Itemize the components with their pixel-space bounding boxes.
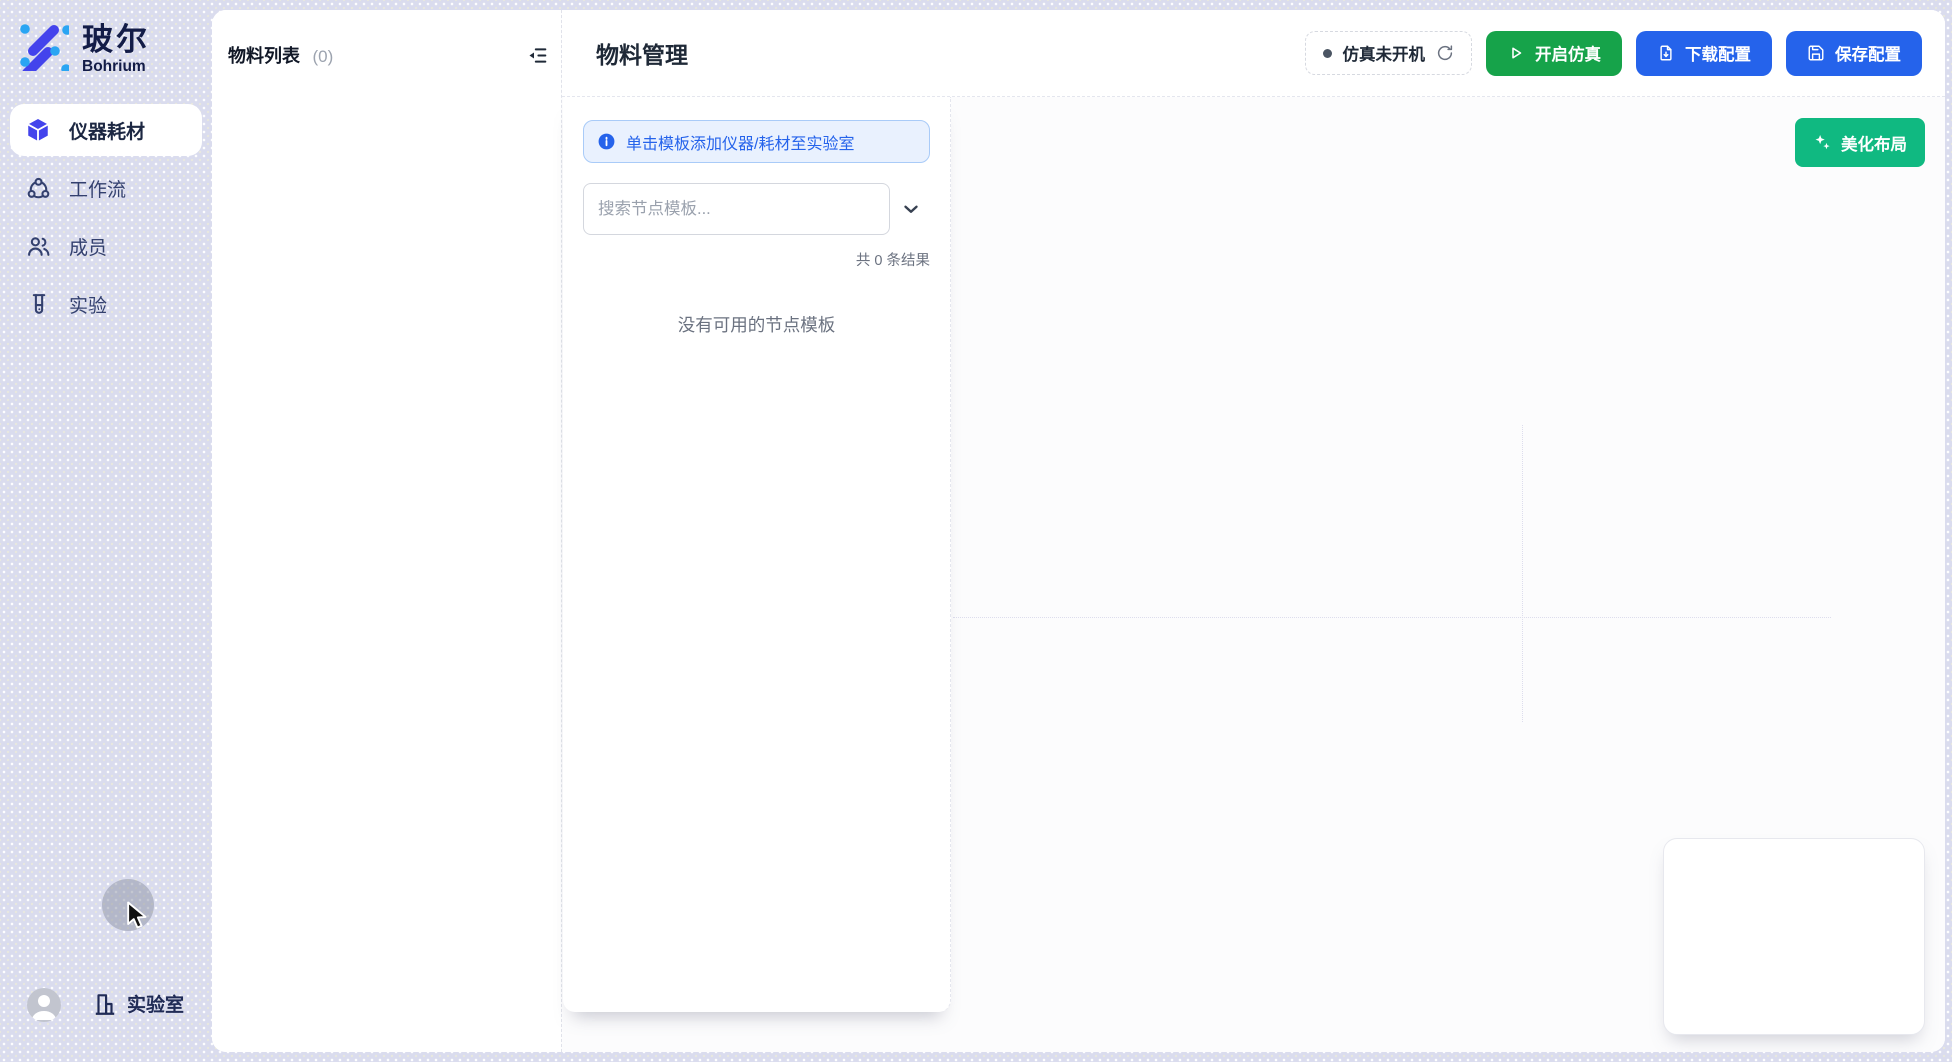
minimap-panel[interactable] [1663, 838, 1925, 1035]
sidebar-footer: 实验室 [0, 992, 212, 1062]
chevron-down-icon [900, 198, 922, 220]
info-banner-text: 单击模板添加仪器/耗材至实验室 [626, 130, 854, 154]
simulation-status-label: 仿真未开机 [1343, 41, 1426, 65]
save-config-button[interactable]: 保存配置 [1786, 31, 1922, 76]
building-icon [92, 991, 118, 1017]
beautify-layout-button[interactable]: 美化布局 [1795, 118, 1925, 167]
sidebar-item-instruments[interactable]: 仪器耗材 [10, 104, 202, 156]
page-title: 物料管理 [596, 36, 688, 70]
collapse-panel-button[interactable] [525, 43, 549, 67]
material-list-count: (0) [312, 47, 333, 66]
sparkles-icon [1813, 133, 1832, 152]
workflow-icon [25, 175, 51, 201]
indent-collapse-icon [527, 45, 548, 66]
start-simulation-button[interactable]: 开启仿真 [1486, 31, 1622, 76]
search-input[interactable] [583, 183, 890, 235]
sidebar-item-label: 成员 [69, 233, 107, 260]
bohrium-logo-icon [17, 21, 69, 71]
sidebar-item-label: 仪器耗材 [69, 117, 145, 144]
header-actions: 仿真未开机 开启仿真 [1305, 31, 1923, 76]
avatar[interactable] [27, 988, 61, 1022]
app-window: 玻尔 Bohrium 仪器耗材 [0, 0, 1952, 1062]
brand-subtitle: Bohrium [82, 58, 150, 76]
lab-label: 实验室 [127, 990, 184, 1017]
sidebar: 玻尔 Bohrium 仪器耗材 [0, 0, 212, 1062]
info-banner: 单击模板添加仪器/耗材至实验室 [583, 120, 930, 163]
brand: 玻尔 Bohrium [17, 21, 150, 76]
status-dot-icon [1323, 49, 1332, 58]
cube-icon [25, 117, 51, 143]
material-list-title: 物料列表 [228, 46, 300, 66]
search-row [583, 183, 930, 235]
sidebar-item-label: 实验 [69, 291, 107, 318]
material-list-panel: 物料列表 (0) [212, 10, 561, 1052]
sidebar-item-label: 工作流 [69, 175, 126, 202]
lab-switcher[interactable]: 实验室 [92, 990, 184, 1017]
canvas-header: 物料管理 仿真未开机 开启仿真 [562, 10, 1945, 97]
flow-canvas[interactable]: 物料管理 仿真未开机 开启仿真 [561, 10, 1945, 1052]
members-icon [25, 233, 51, 259]
material-list-header: 物料列表 (0) [212, 10, 561, 68]
save-icon [1807, 44, 1825, 62]
file-download-icon [1657, 44, 1675, 62]
expand-filter-button[interactable] [898, 196, 924, 222]
mouse-cursor [125, 901, 149, 929]
sidebar-item-members[interactable]: 成员 [10, 220, 202, 272]
sidebar-nav: 仪器耗材 工作流 [0, 104, 212, 336]
template-browser-panel: 单击模板添加仪器/耗材至实验室 共 0 条结果 没有可用的节点模板 [563, 97, 951, 1012]
download-config-button[interactable]: 下载配置 [1636, 31, 1772, 76]
canvas-guide-vertical [1522, 425, 1523, 722]
info-icon [597, 132, 616, 151]
empty-state-text: 没有可用的节点模板 [583, 312, 930, 337]
refresh-icon[interactable] [1436, 44, 1454, 62]
result-count: 共 0 条结果 [583, 249, 930, 270]
sidebar-item-workflow[interactable]: 工作流 [10, 162, 202, 214]
play-icon [1507, 44, 1525, 62]
experiment-icon [25, 291, 51, 317]
simulation-status-chip[interactable]: 仿真未开机 [1305, 31, 1473, 75]
canvas-guide-horizontal [953, 617, 1831, 618]
content-area: 物料列表 (0) 物料管理 仿 [212, 10, 1945, 1052]
brand-title: 玻尔 [82, 23, 150, 57]
sidebar-item-experiment[interactable]: 实验 [10, 278, 202, 330]
